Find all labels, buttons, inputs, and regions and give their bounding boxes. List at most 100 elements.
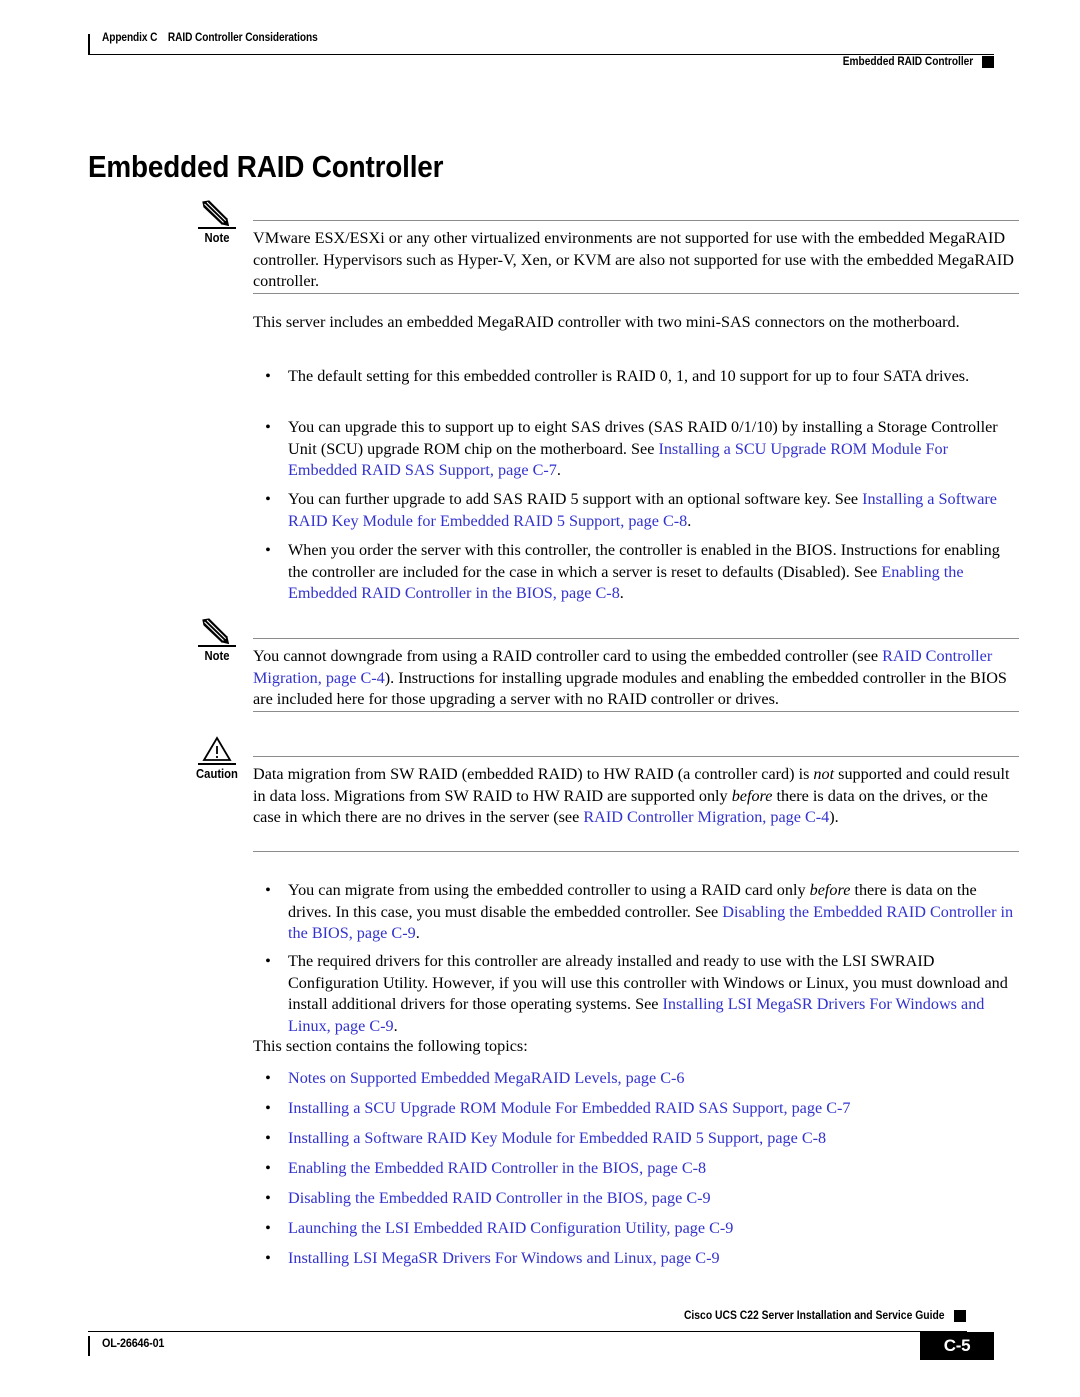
topic-link-7-wrap: Installing LSI MegaSR Drivers For Window… bbox=[288, 1248, 1019, 1270]
caution-part-4: ). bbox=[829, 808, 839, 827]
bullet-6-part-3: . bbox=[393, 1016, 398, 1035]
bullet-marker: • bbox=[265, 1189, 271, 1207]
topic-link-4-wrap: Enabling the Embedded RAID Controller in… bbox=[288, 1158, 1019, 1180]
header-left-marker bbox=[88, 34, 90, 54]
bullet-5-part-3: . bbox=[415, 924, 420, 943]
topic-link-enabling-embedded-raid-controller[interactable]: Enabling the Embedded RAID Controller in… bbox=[288, 1159, 706, 1177]
bullet-item-6: • The required drivers for this controll… bbox=[253, 951, 1019, 1037]
page-footer: Cisco UCS C22 Server Installation and Se… bbox=[88, 1310, 994, 1370]
topic-link-installing-lsi-megasr-drivers[interactable]: Installing LSI MegaSR Drivers For Window… bbox=[288, 1249, 720, 1267]
caution-italic-before: before bbox=[731, 786, 773, 805]
note-2-text: You cannot downgrade from using a RAID c… bbox=[253, 646, 1019, 711]
bullet-1-text: The default setting for this embedded co… bbox=[288, 366, 1019, 388]
bullet-marker: • bbox=[265, 881, 271, 899]
bullet-marker: • bbox=[265, 1129, 271, 1147]
bullet-5-part-1: You can migrate from using the embedded … bbox=[288, 881, 810, 899]
bullet-3-text: You can further upgrade to add SAS RAID … bbox=[288, 489, 1019, 532]
caution-text: Data migration from SW RAID (embedded RA… bbox=[253, 764, 1019, 829]
bullet-marker: • bbox=[265, 367, 271, 385]
bullet-marker: • bbox=[265, 541, 271, 559]
caution-icon-underline bbox=[198, 763, 236, 765]
intro-paragraph: This server includes an embedded MegaRAI… bbox=[253, 313, 960, 331]
caution-rule-bottom bbox=[253, 851, 1019, 852]
bullet-marker: • bbox=[265, 1219, 271, 1237]
bullet-6-text: The required drivers for this controller… bbox=[288, 951, 1019, 1037]
bullet-item-3: • You can further upgrade to add SAS RAI… bbox=[253, 489, 1019, 532]
bullet-marker: • bbox=[265, 1249, 271, 1267]
note-1-icon-column: Note bbox=[186, 200, 248, 245]
note-1-rule-top bbox=[253, 220, 1019, 221]
note-1-rule-bottom bbox=[253, 293, 1019, 294]
topic-link-1-wrap: Notes on Supported Embedded MegaRAID Lev… bbox=[288, 1068, 1019, 1090]
bullet-1-text-before: The default setting for this embedded co… bbox=[288, 367, 970, 385]
footer-square-marker-icon bbox=[954, 1310, 966, 1322]
page-title: Embedded RAID Controller bbox=[88, 148, 444, 184]
header-appendix: Appendix C bbox=[102, 32, 158, 44]
bullet-marker: • bbox=[265, 1159, 271, 1177]
bullet-3-text-after: . bbox=[687, 511, 692, 530]
note-1-label: Note bbox=[204, 230, 230, 245]
topic-link-installing-scu-upgrade-rom[interactable]: Installing a SCU Upgrade ROM Module For … bbox=[288, 1099, 850, 1117]
topic-list-item-4: • Enabling the Embedded RAID Controller … bbox=[253, 1158, 1019, 1180]
bullet-4-text-after: . bbox=[619, 584, 624, 603]
note-2-rule-top bbox=[253, 638, 1019, 639]
bullet-marker: • bbox=[265, 490, 271, 508]
note-2-rule-bottom bbox=[253, 711, 1019, 712]
topic-link-launching-lsi-embedded-raid-config-utility[interactable]: Launching the LSI Embedded RAID Configur… bbox=[288, 1219, 733, 1237]
page-header: Appendix C RAID Controller Considerations… bbox=[88, 32, 994, 80]
caution-part-1: Data migration from SW RAID (embedded RA… bbox=[253, 765, 814, 783]
bullet-marker: • bbox=[265, 1069, 271, 1087]
bullet-2-text-after: . bbox=[556, 461, 561, 480]
header-breadcrumb: Appendix C RAID Controller Considerations bbox=[102, 32, 318, 44]
note-2-label: Note bbox=[204, 648, 230, 663]
header-square-marker-icon bbox=[982, 56, 994, 68]
bullet-item-1: • The default setting for this embedded … bbox=[253, 366, 1019, 388]
topic-list-item-2: • Installing a SCU Upgrade ROM Module Fo… bbox=[253, 1098, 1019, 1120]
topic-link-2-wrap: Installing a SCU Upgrade ROM Module For … bbox=[288, 1098, 1019, 1120]
pencil-icon bbox=[186, 618, 248, 645]
bullet-item-5: • You can migrate from using the embedde… bbox=[253, 880, 1019, 945]
document-page: Appendix C RAID Controller Considerations… bbox=[0, 0, 1080, 1397]
topic-link-6-wrap: Launching the LSI Embedded RAID Configur… bbox=[288, 1218, 1019, 1240]
header-appendix-title: RAID Controller Considerations bbox=[167, 32, 318, 44]
topic-link-disabling-embedded-raid-controller[interactable]: Disabling the Embedded RAID Controller i… bbox=[288, 1189, 711, 1207]
header-section-group: Embedded RAID Controller bbox=[825, 56, 994, 68]
bullet-4-text: When you order the server with this cont… bbox=[288, 540, 1019, 605]
topic-list-item-5: • Disabling the Embedded RAID Controller… bbox=[253, 1188, 1019, 1210]
topics-intro: This section contains the following topi… bbox=[253, 1037, 528, 1055]
pencil-icon bbox=[186, 200, 248, 227]
footer-page-number: C-5 bbox=[920, 1332, 994, 1360]
bullet-5-text: You can migrate from using the embedded … bbox=[288, 880, 1019, 945]
note-2-text-before: You cannot downgrade from using a RAID c… bbox=[253, 647, 883, 665]
caution-label: Caution bbox=[196, 766, 238, 781]
footer-guide-title: Cisco UCS C22 Server Installation and Se… bbox=[684, 1310, 945, 1322]
note-2-icon-underline bbox=[198, 645, 236, 647]
header-rule bbox=[88, 54, 994, 55]
bullet-marker: • bbox=[265, 418, 271, 436]
bullet-5-italic: before bbox=[809, 881, 851, 899]
note-1-text: VMware ESX/ESXi or any other virtualized… bbox=[253, 229, 1014, 291]
topic-link-installing-software-raid-key-module[interactable]: Installing a Software RAID Key Module fo… bbox=[288, 1129, 826, 1147]
bullet-3-text-before: You can further upgrade to add SAS RAID … bbox=[288, 490, 863, 508]
caution-icon-column: Caution bbox=[186, 736, 248, 781]
topic-link-notes-supported-megaraid-levels[interactable]: Notes on Supported Embedded MegaRAID Lev… bbox=[288, 1069, 685, 1087]
topic-list-item-7: • Installing LSI MegaSR Drivers For Wind… bbox=[253, 1248, 1019, 1270]
warning-triangle-icon bbox=[186, 736, 248, 762]
footer-left-marker bbox=[88, 1336, 90, 1356]
bullet-marker: • bbox=[265, 1099, 271, 1117]
topic-list-item-6: • Launching the LSI Embedded RAID Config… bbox=[253, 1218, 1019, 1240]
caution-rule-top bbox=[253, 756, 1019, 757]
topic-link-5-wrap: Disabling the Embedded RAID Controller i… bbox=[288, 1188, 1019, 1210]
topic-list-item-1: • Notes on Supported Embedded MegaRAID L… bbox=[253, 1068, 1019, 1090]
footer-rule bbox=[88, 1331, 967, 1332]
bullet-item-4: • When you order the server with this co… bbox=[253, 540, 1019, 605]
note-1-icon-underline bbox=[198, 227, 236, 229]
bullet-2-text: You can upgrade this to support up to ei… bbox=[288, 417, 1019, 482]
header-section-title: Embedded RAID Controller bbox=[842, 56, 973, 68]
bullet-item-2: • You can upgrade this to support up to … bbox=[253, 417, 1019, 482]
link-raid-controller-migration-caution[interactable]: RAID Controller Migration, page C-4 bbox=[583, 808, 829, 826]
caution-italic-not: not bbox=[813, 765, 835, 783]
footer-guide-group: Cisco UCS C22 Server Installation and Se… bbox=[655, 1310, 966, 1322]
topic-list-item-3: • Installing a Software RAID Key Module … bbox=[253, 1128, 1019, 1150]
bullet-marker: • bbox=[265, 952, 271, 970]
